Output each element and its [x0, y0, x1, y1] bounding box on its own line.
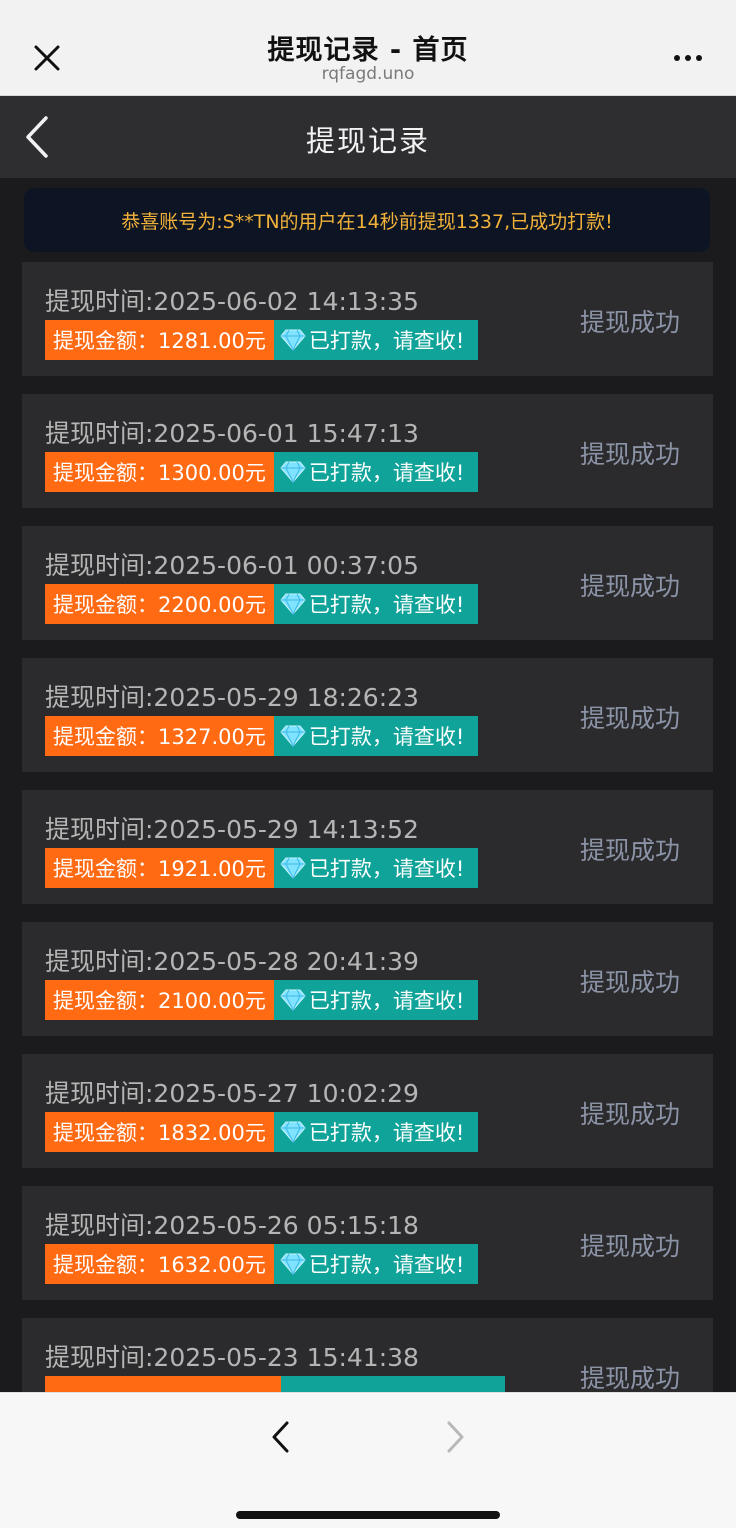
- record-time: 提现时间:2025-05-28 20:41:39: [45, 947, 419, 976]
- record-status: 提现成功: [580, 704, 681, 733]
- record-time: 提现时间:2025-06-01 00:37:05: [45, 551, 419, 580]
- record-status: 提现成功: [580, 1232, 681, 1261]
- record-status: 提现成功: [580, 308, 681, 337]
- browser-url: rqfagd.uno: [321, 64, 415, 84]
- paid-badge: 已打款，请查收!: [273, 584, 479, 624]
- diamond-icon: [280, 329, 306, 351]
- diamond-icon: [280, 857, 306, 879]
- record-time: 提现时间:2025-05-23 15:41:38: [45, 1343, 419, 1372]
- diamond-icon: [280, 725, 306, 747]
- more-icon-dot: [685, 55, 691, 61]
- amount-badge: 提现金额：2200.00元: [45, 584, 274, 624]
- page-title: 提现记录: [305, 124, 430, 158]
- record-status: 提现成功: [580, 440, 681, 469]
- paid-badge: 已打款，请查收!: [273, 320, 479, 360]
- record-badges: 提现金额：2200.00元 已打款，请查收!: [45, 584, 479, 624]
- record-status: 提现成功: [580, 968, 681, 997]
- browser-top-bar: 提现记录 - 首页 rqfagd.uno: [0, 0, 736, 96]
- record-status: 提现成功: [580, 1364, 681, 1392]
- paid-text: 已打款，请查收!: [308, 857, 465, 881]
- nav-back-button[interactable]: [262, 1417, 300, 1457]
- amount-badge: 提现金额：1632.00元: [45, 1244, 274, 1284]
- record-badges: 提现金额：1281.00元 已打款，请查收!: [45, 320, 479, 360]
- diamond-icon: [280, 461, 306, 483]
- amount-badge: 提现金额：1327.00元: [45, 716, 274, 756]
- paid-badge: 已打款，请查收!: [273, 1112, 479, 1152]
- amount-badge: 提现金额：1921.00元: [45, 848, 274, 888]
- browser-title: 提现记录 - 首页: [267, 35, 469, 66]
- record-badges: 提现金额：2100.00元 已打款，请查收!: [45, 980, 479, 1020]
- record-badges: 提现金额：1327.00元 已打款，请查收!: [45, 716, 479, 756]
- record-time: 提现时间:2025-06-02 14:13:35: [45, 287, 419, 316]
- record-badges: 提现金额：1300.00元 已打款，请查收!: [45, 452, 479, 492]
- record-badges: [45, 1376, 505, 1392]
- amount-badge: 提现金额：1281.00元: [45, 320, 274, 360]
- more-button[interactable]: [664, 42, 712, 74]
- paid-text: 已打款，请查收!: [308, 593, 465, 617]
- paid-text: 已打款，请查收!: [308, 461, 465, 485]
- paid-text: 已打款，请查收!: [308, 725, 465, 749]
- record-item: 提现时间:2025-05-28 20:41:39 提现金额：2100.00元 已…: [22, 922, 713, 1036]
- paid-badge: 已打款，请查收!: [273, 1244, 479, 1284]
- record-item: 提现时间:2025-06-01 00:37:05 提现金额：2200.00元 已…: [22, 526, 713, 640]
- diamond-icon: [280, 593, 306, 615]
- record-status: 提现成功: [580, 1100, 681, 1129]
- notice-text: 恭喜账号为:S**TN的用户在14秒前提现1337,已成功打款!: [121, 210, 613, 233]
- page-header: 提现记录: [0, 96, 736, 178]
- paid-badge: 已打款，请查收!: [273, 716, 479, 756]
- diamond-icon: [280, 989, 306, 1011]
- home-indicator: [236, 1511, 500, 1519]
- record-badges: 提现金额：1921.00元 已打款，请查收!: [45, 848, 479, 888]
- record-item: 提现时间:2025-06-01 15:47:13 提现金额：1300.00元 已…: [22, 394, 713, 508]
- paid-badge: 已打款，请查收!: [273, 848, 479, 888]
- diamond-icon: [280, 1121, 306, 1143]
- diamond-icon: [280, 1253, 306, 1275]
- record-item: 提现时间:2025-05-26 05:15:18 提现金额：1632.00元 已…: [22, 1186, 713, 1300]
- browser-bottom-bar: [0, 1392, 736, 1528]
- nav-forward-button[interactable]: [436, 1417, 474, 1457]
- paid-text: 已打款，请查收!: [308, 1253, 465, 1277]
- amount-badge: 提现金额：1300.00元: [45, 452, 274, 492]
- paid-badge: [281, 1376, 505, 1392]
- more-icon-dot: [696, 55, 702, 61]
- record-status: 提现成功: [580, 836, 681, 865]
- more-icon: [674, 55, 680, 61]
- amount-badge: 提现金额：1832.00元: [45, 1112, 274, 1152]
- record-item: 提现时间:2025-05-29 14:13:52 提现金额：1921.00元 已…: [22, 790, 713, 904]
- record-item: 提现时间:2025-05-23 15:41:38 提现成功: [22, 1318, 713, 1392]
- record-item: 提现时间:2025-05-29 18:26:23 提现金额：1327.00元 已…: [22, 658, 713, 772]
- chevron-right-icon: [447, 1421, 464, 1453]
- record-time: 提现时间:2025-05-29 14:13:52: [45, 815, 419, 844]
- record-item: 提现时间:2025-05-27 10:02:29 提现金额：1832.00元 已…: [22, 1054, 713, 1168]
- amount-badge: [45, 1376, 281, 1392]
- record-status: 提现成功: [580, 572, 681, 601]
- record-time: 提现时间:2025-05-27 10:02:29: [45, 1079, 419, 1108]
- withdraw-record-list[interactable]: 提现时间:2025-06-02 14:13:35 提现金额：1281.00元 已…: [22, 262, 713, 1392]
- record-time: 提现时间:2025-05-26 05:15:18: [45, 1211, 419, 1240]
- record-time: 提现时间:2025-06-01 15:47:13: [45, 419, 419, 448]
- amount-badge: 提现金额：2100.00元: [45, 980, 274, 1020]
- paid-badge: 已打款，请查收!: [273, 980, 479, 1020]
- record-badges: 提现金额：1632.00元 已打款，请查收!: [45, 1244, 479, 1284]
- record-item: 提现时间:2025-06-02 14:13:35 提现金额：1281.00元 已…: [22, 262, 713, 376]
- paid-text: 已打款，请查收!: [308, 989, 465, 1013]
- chevron-left-icon: [272, 1421, 289, 1453]
- withdraw-notice-banner: 恭喜账号为:S**TN的用户在14秒前提现1337,已成功打款!: [24, 188, 710, 252]
- record-badges: 提现金额：1832.00元 已打款，请查收!: [45, 1112, 479, 1152]
- paid-text: 已打款，请查收!: [308, 1121, 465, 1145]
- paid-badge: 已打款，请查收!: [273, 452, 479, 492]
- paid-text: 已打款，请查收!: [308, 329, 465, 353]
- record-time: 提现时间:2025-05-29 18:26:23: [45, 683, 419, 712]
